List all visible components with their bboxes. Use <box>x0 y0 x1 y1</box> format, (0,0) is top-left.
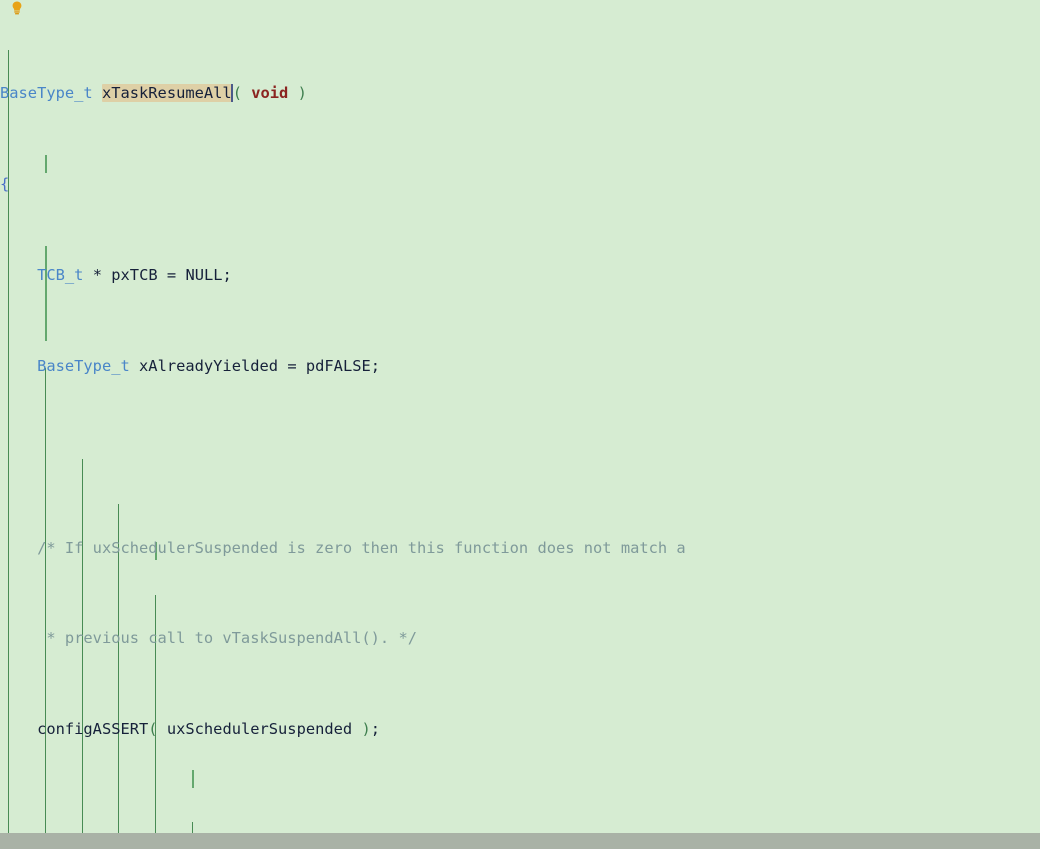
code-line[interactable]: TCB_t * pxTCB = NULL; <box>0 264 1040 287</box>
code-line[interactable]: configASSERT( uxSchedulerSuspended ); <box>0 718 1040 741</box>
code-line[interactable]: BaseType_t xTaskResumeAll( void ) <box>0 82 1040 105</box>
lightbulb-quickfix-icon[interactable] <box>9 0 25 15</box>
code-editor[interactable]: BaseType_t xTaskResumeAll( void ) { TCB_… <box>0 0 1040 849</box>
highlighted-symbol[interactable]: xTaskResumeAll <box>101 84 232 103</box>
code-content[interactable]: BaseType_t xTaskResumeAll( void ) { TCB_… <box>0 14 1040 849</box>
code-line[interactable]: BaseType_t xAlreadyYielded = pdFALSE; <box>0 355 1040 378</box>
horizontal-scrollbar-thumb[interactable] <box>0 833 1040 849</box>
code-line[interactable] <box>0 446 1040 469</box>
code-line[interactable]: * previous call to vTaskSuspendAll(). */ <box>0 627 1040 650</box>
code-line[interactable]: /* If uxSchedulerSuspended is zero then … <box>0 537 1040 560</box>
code-line[interactable] <box>0 809 1040 832</box>
code-line[interactable]: { <box>0 173 1040 196</box>
horizontal-scrollbar[interactable] <box>0 833 1040 849</box>
editor-gutter-strip <box>0 0 1040 15</box>
